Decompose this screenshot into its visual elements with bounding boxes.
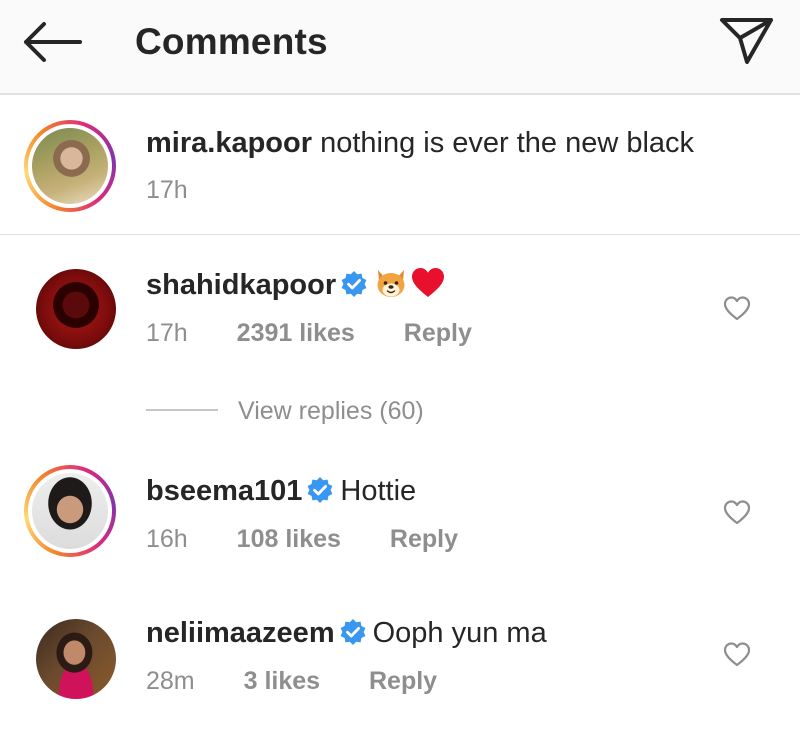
avatar[interactable]: [24, 465, 116, 557]
reply-button[interactable]: Reply: [404, 318, 472, 348]
verified-badge-icon: [308, 477, 333, 503]
post-caption: mira.kapoor nothing is ever the new blac…: [0, 97, 800, 235]
comment-meta: 28m 3 likes Reply: [146, 666, 437, 696]
reply-button[interactable]: Reply: [390, 524, 458, 554]
bseema-avatar-photo: [32, 473, 108, 549]
comment-likes[interactable]: 2391 likes: [237, 318, 355, 348]
verified-badge-icon: [341, 271, 367, 297]
comment-username[interactable]: shahidkapoor: [146, 269, 336, 301]
page-title: Comments: [135, 21, 328, 62]
comment-meta: 16h 108 likes Reply: [146, 524, 458, 554]
comment-meta: 17h 2391 likes Reply: [146, 318, 472, 348]
caption-timestamp: 17h: [146, 176, 188, 204]
comment-likes[interactable]: 108 likes: [237, 524, 341, 554]
comment-timestamp: 17h: [146, 319, 188, 347]
comment-line: shahidkapoor: [146, 266, 446, 303]
view-replies-label: View replies (60): [238, 397, 424, 425]
caption-meta: 17h: [146, 175, 188, 205]
like-heart-icon[interactable]: [722, 640, 752, 668]
mira-avatar-photo: [32, 128, 108, 204]
comment-text: Ooph yun ma: [372, 617, 547, 649]
comment-line: bseema101 Hottie: [146, 473, 416, 509]
caption-username[interactable]: mira.kapoor: [146, 127, 312, 159]
caption-line: mira.kapoor nothing is ever the new blac…: [146, 125, 694, 161]
verified-badge-icon: [340, 619, 366, 645]
like-heart-icon[interactable]: [722, 498, 752, 526]
comment-line: neliimaazeem Ooph yun ma: [146, 615, 547, 651]
comment-likes[interactable]: 3 likes: [244, 666, 320, 696]
comment-username[interactable]: bseema101: [146, 475, 302, 507]
divider: [146, 409, 218, 411]
paper-plane-icon: [720, 18, 773, 64]
caption-text: nothing is ever the new black: [320, 127, 695, 159]
reply-button[interactable]: Reply: [369, 666, 437, 696]
dog-face-emoji: [377, 270, 405, 297]
avatar[interactable]: [36, 269, 116, 349]
comment-username[interactable]: neliimaazeem: [146, 617, 335, 649]
share-button[interactable]: [716, 12, 776, 68]
comment-text: Hottie: [340, 475, 417, 507]
red-heart-emoji: [412, 268, 445, 297]
comment-timestamp: 16h: [146, 525, 188, 553]
avatar[interactable]: [24, 120, 116, 212]
back-button[interactable]: [18, 18, 84, 66]
comment-timestamp: 28m: [146, 667, 195, 695]
like-heart-icon[interactable]: [722, 294, 752, 322]
arrow-left-icon: [24, 22, 82, 62]
comments-header: Comments: [0, 0, 800, 95]
avatar[interactable]: [36, 619, 116, 699]
